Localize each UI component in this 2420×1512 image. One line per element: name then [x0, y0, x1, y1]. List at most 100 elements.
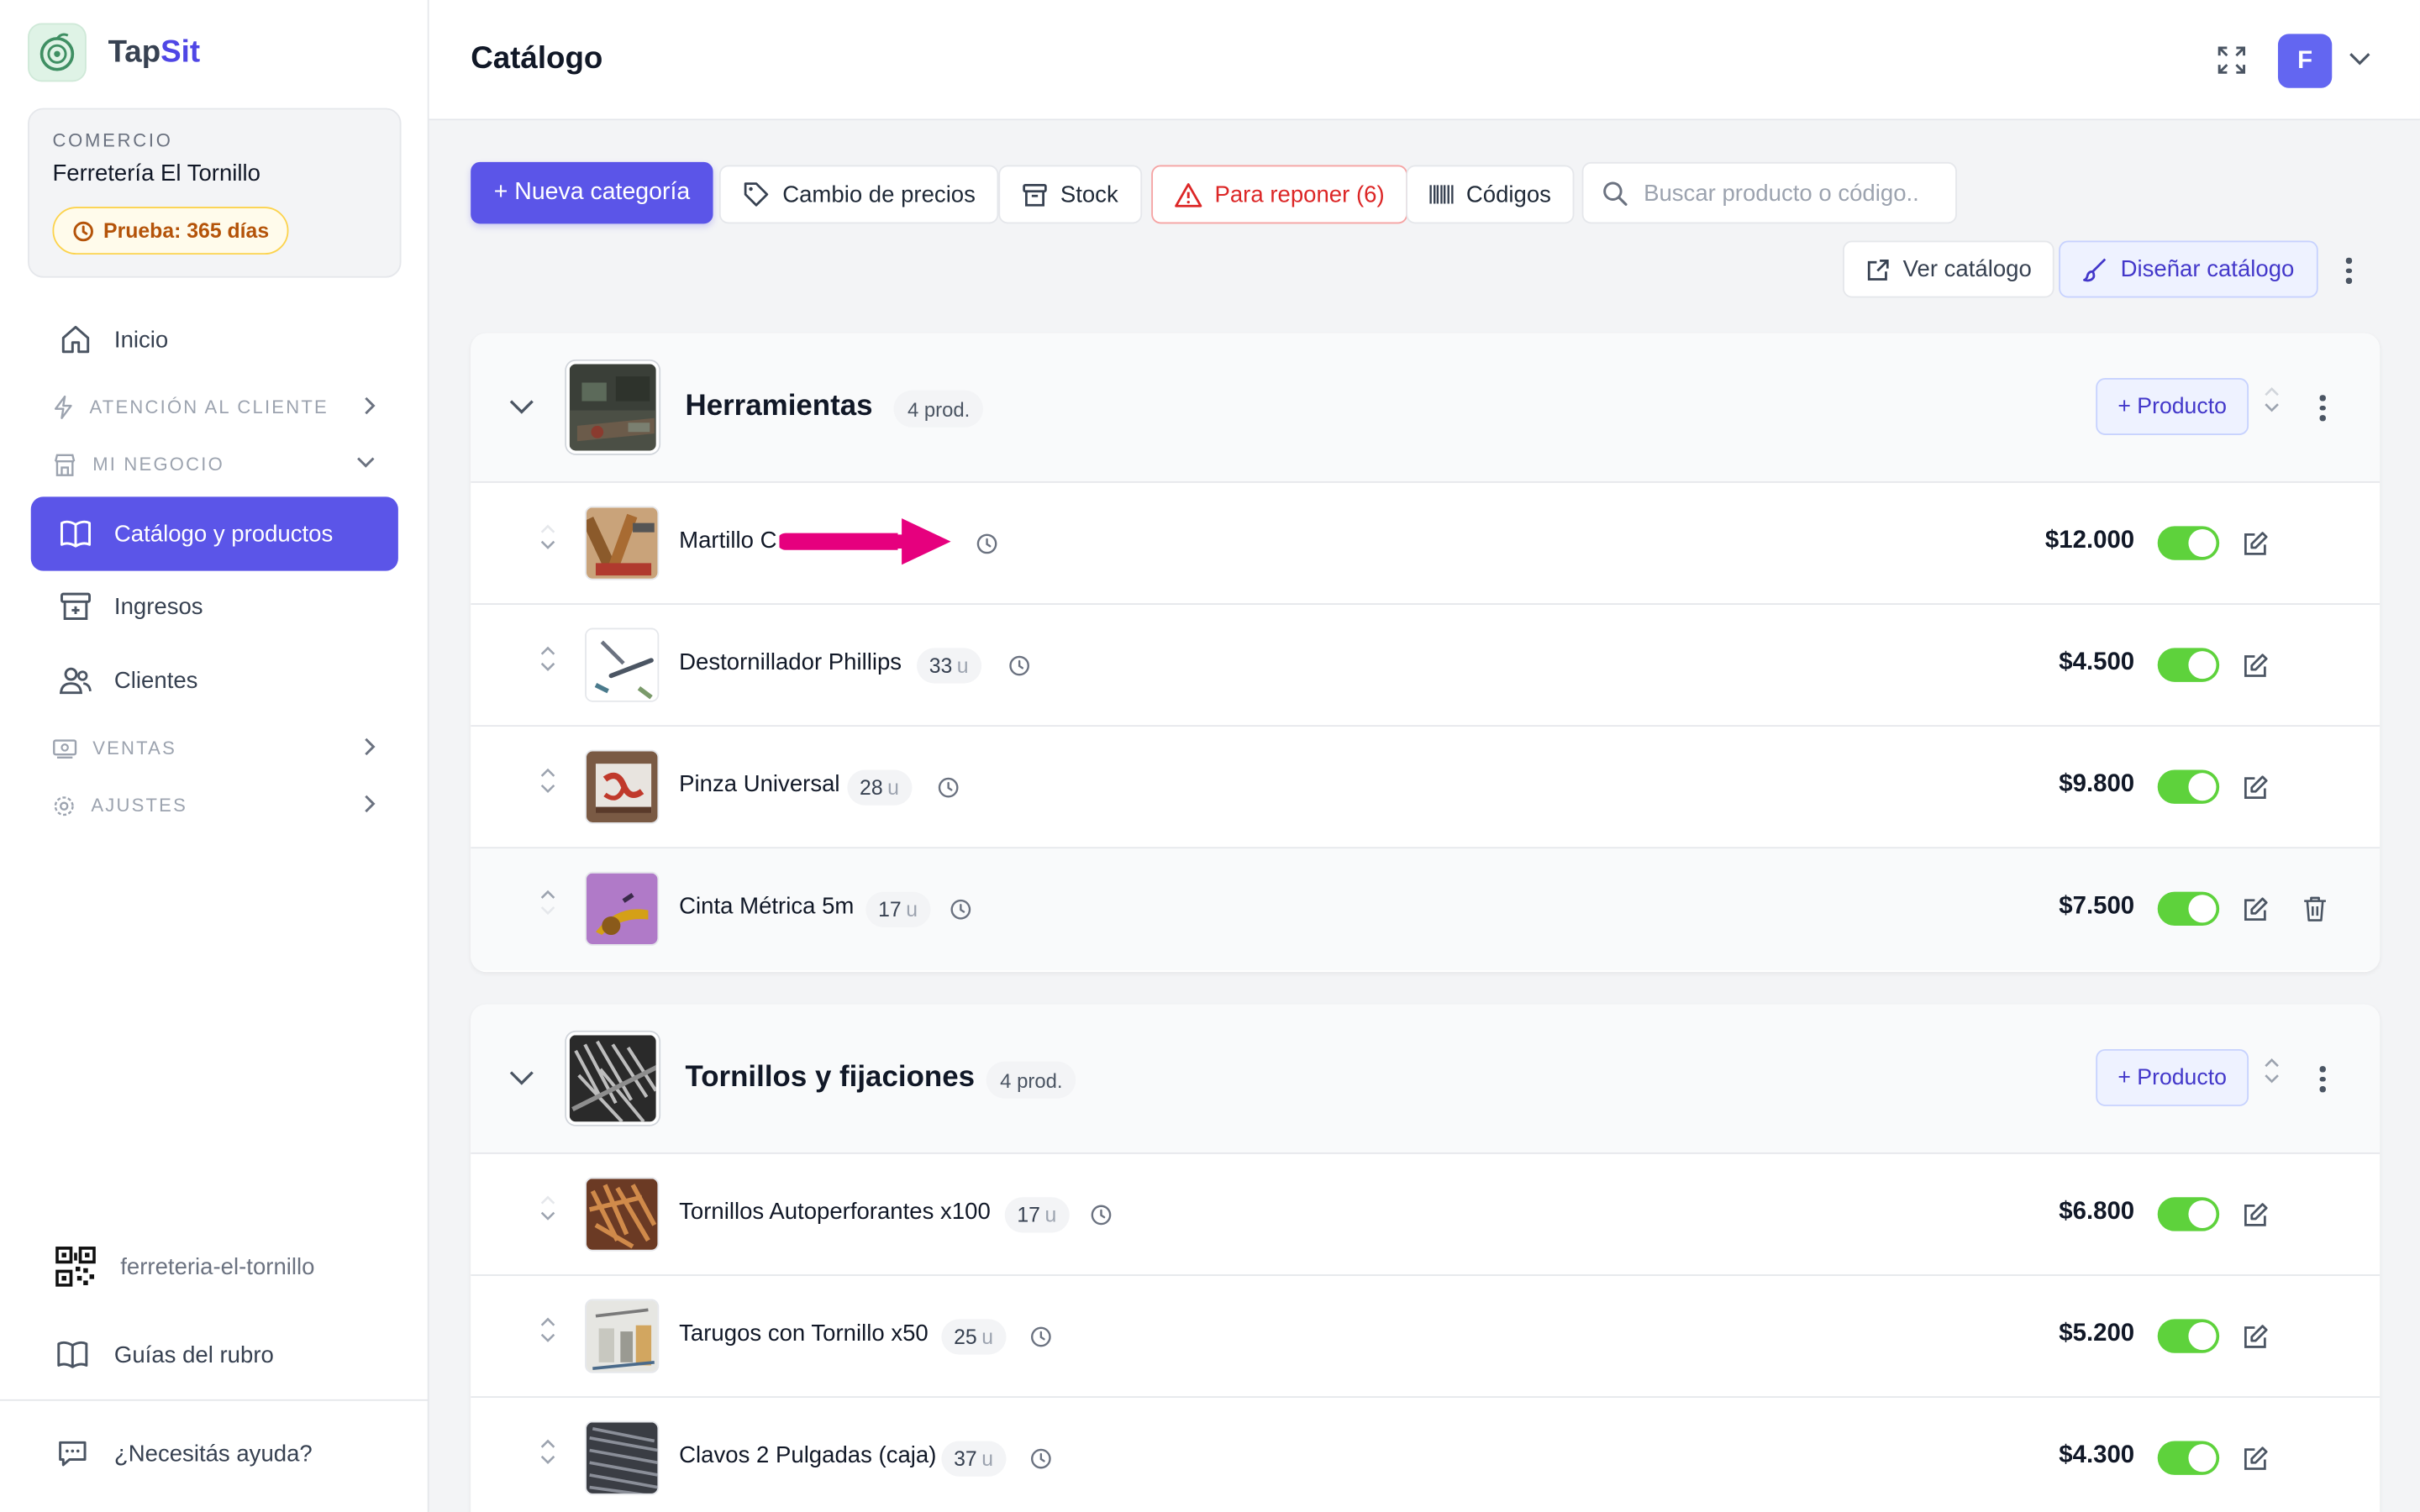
edit-icon[interactable] — [2243, 531, 2269, 557]
availability-toggle[interactable] — [2157, 769, 2220, 804]
product-row[interactable]: Destornillador Phillips 33 u $4.500 — [471, 604, 2381, 727]
edit-icon[interactable] — [2243, 1324, 2269, 1350]
help-link[interactable]: ¿Necesitás ayuda? — [31, 1438, 398, 1469]
product-row[interactable]: Tarugos con Tornillo x50 25 u $5.200 — [471, 1275, 2381, 1399]
product-row[interactable]: Cinta Métrica 5m 17 u $7.500 — [471, 848, 2381, 971]
category-image — [566, 1032, 660, 1125]
product-price: $7.500 — [2059, 893, 2135, 920]
product-row[interactable]: Martillo C $12.000 — [471, 482, 2381, 605]
edit-icon[interactable] — [2243, 896, 2269, 922]
nav-item-clientes[interactable]: Clientes — [31, 645, 398, 716]
product-price: $9.800 — [2059, 771, 2135, 798]
trash-icon[interactable] — [2302, 895, 2327, 922]
tag-icon — [744, 182, 769, 207]
chat-bubble-icon — [59, 1441, 87, 1467]
chevron-up-icon — [540, 646, 555, 655]
product-row[interactable]: Clavos 2 Pulgadas (caja) 37 u $4.300 — [471, 1398, 2381, 1512]
clock-icon[interactable] — [950, 898, 973, 921]
category-more-icon[interactable] — [2311, 1066, 2335, 1092]
reorder-handle[interactable] — [539, 767, 557, 795]
stock-badge: 28 u — [847, 769, 912, 806]
add-product-button[interactable]: + Producto — [2096, 377, 2249, 435]
clock-icon[interactable] — [1007, 654, 1031, 678]
chevron-down-icon — [540, 540, 555, 549]
search-input[interactable] — [1644, 179, 1938, 207]
stock-badge: 33 u — [916, 648, 981, 684]
reorder-handle[interactable] — [539, 1438, 557, 1466]
reorder-handle[interactable] — [539, 1316, 557, 1344]
category-name: Herramientas — [685, 390, 873, 423]
nav-section-negocio[interactable]: MI NEGOCIO — [31, 446, 398, 483]
brand-name: TapSit — [108, 34, 201, 69]
fullscreen-icon[interactable] — [2217, 45, 2248, 76]
view-catalog-button[interactable]: Ver catálogo — [1843, 240, 2055, 298]
warning-icon — [1175, 182, 1202, 207]
edit-icon[interactable] — [2243, 1202, 2269, 1228]
product-price: $4.300 — [2059, 1442, 2135, 1469]
clock-icon[interactable] — [1029, 1447, 1053, 1471]
book-open-icon — [60, 520, 91, 548]
store-slug-link[interactable]: ferreteria-el-tornillo — [31, 1247, 398, 1287]
chevron-down-icon — [357, 457, 375, 468]
design-catalog-button[interactable]: Diseñar catálogo — [2059, 240, 2317, 298]
clock-icon[interactable] — [1090, 1204, 1113, 1227]
stock-badge: 17 u — [1004, 1197, 1070, 1233]
edit-icon[interactable] — [2243, 1446, 2269, 1472]
reorder-handle[interactable] — [539, 889, 557, 916]
reorder-handle[interactable] — [539, 1194, 557, 1222]
clock-icon — [73, 220, 93, 241]
chevron-down-icon[interactable] — [508, 1066, 535, 1088]
product-name: Destornillador Phillips — [679, 649, 902, 676]
nav-item-ingresos[interactable]: Ingresos — [31, 571, 398, 642]
add-product-button[interactable]: + Producto — [2096, 1048, 2249, 1106]
availability-toggle[interactable] — [2157, 1441, 2220, 1475]
chevron-up-icon — [540, 524, 555, 533]
product-row[interactable]: Tornillos Autoperforantes x100 17 u $6.80… — [471, 1153, 2381, 1276]
clock-icon[interactable] — [1029, 1326, 1053, 1349]
stock-button[interactable]: Stock — [998, 165, 1142, 224]
product-image — [585, 627, 660, 702]
nav-section-atencion[interactable]: ATENCIÓN AL CLIENTE — [31, 389, 398, 426]
product-price: $5.200 — [2059, 1320, 2135, 1347]
availability-toggle[interactable] — [2157, 1319, 2220, 1353]
nav-item-inicio[interactable]: Inicio — [31, 304, 398, 375]
availability-toggle[interactable] — [2157, 1197, 2220, 1231]
nav-item-catalogo[interactable]: Catálogo y productos — [30, 496, 398, 571]
reorder-handle[interactable] — [539, 645, 557, 673]
availability-toggle[interactable] — [2157, 648, 2220, 682]
shop-card: COMERCIO Ferretería El Tornillo Prueba: … — [28, 108, 402, 278]
reorder-handle[interactable] — [2263, 386, 2281, 413]
external-link-icon — [1867, 259, 1889, 280]
nav-section-ventas[interactable]: VENTAS — [31, 730, 398, 767]
edit-icon[interactable] — [2243, 774, 2269, 801]
reorder-handle[interactable] — [2263, 1057, 2281, 1084]
reorder-handle[interactable] — [539, 523, 557, 551]
avatar[interactable]: F — [2277, 34, 2333, 88]
chevron-up-icon — [540, 1439, 555, 1448]
search-bar[interactable] — [1581, 161, 1957, 224]
topbar: Catálogo F — [429, 0, 2420, 121]
users-icon — [59, 667, 92, 695]
chevron-down-icon[interactable] — [508, 395, 535, 417]
product-image — [585, 1420, 660, 1495]
category-more-icon[interactable] — [2311, 395, 2335, 421]
guides-link[interactable]: Guías del rubro — [31, 1339, 398, 1370]
clock-icon[interactable] — [937, 776, 960, 800]
price-change-button[interactable]: Cambio de precios — [718, 165, 999, 224]
chevron-down-icon — [2265, 1074, 2279, 1084]
availability-toggle[interactable] — [2157, 891, 2220, 927]
availability-toggle[interactable] — [2157, 526, 2220, 560]
brand[interactable]: TapSit — [28, 23, 201, 82]
more-options-icon[interactable] — [2337, 257, 2361, 284]
edit-icon[interactable] — [2243, 653, 2269, 679]
nav-section-ajustes[interactable]: AJUSTES — [31, 787, 398, 824]
annotation-arrow — [779, 513, 958, 570]
restock-button[interactable]: Para reponer (6) — [1151, 165, 1408, 224]
chevron-down-icon — [2265, 403, 2279, 412]
brush-icon — [2083, 258, 2107, 282]
new-category-button[interactable]: + Nueva categoría — [471, 161, 713, 224]
chevron-down-icon[interactable] — [2348, 48, 2372, 70]
product-row[interactable]: Pinza Universal 28 u $9.800 — [471, 727, 2381, 849]
codes-button[interactable]: Códigos — [1406, 165, 1575, 224]
clock-icon[interactable] — [976, 533, 999, 556]
